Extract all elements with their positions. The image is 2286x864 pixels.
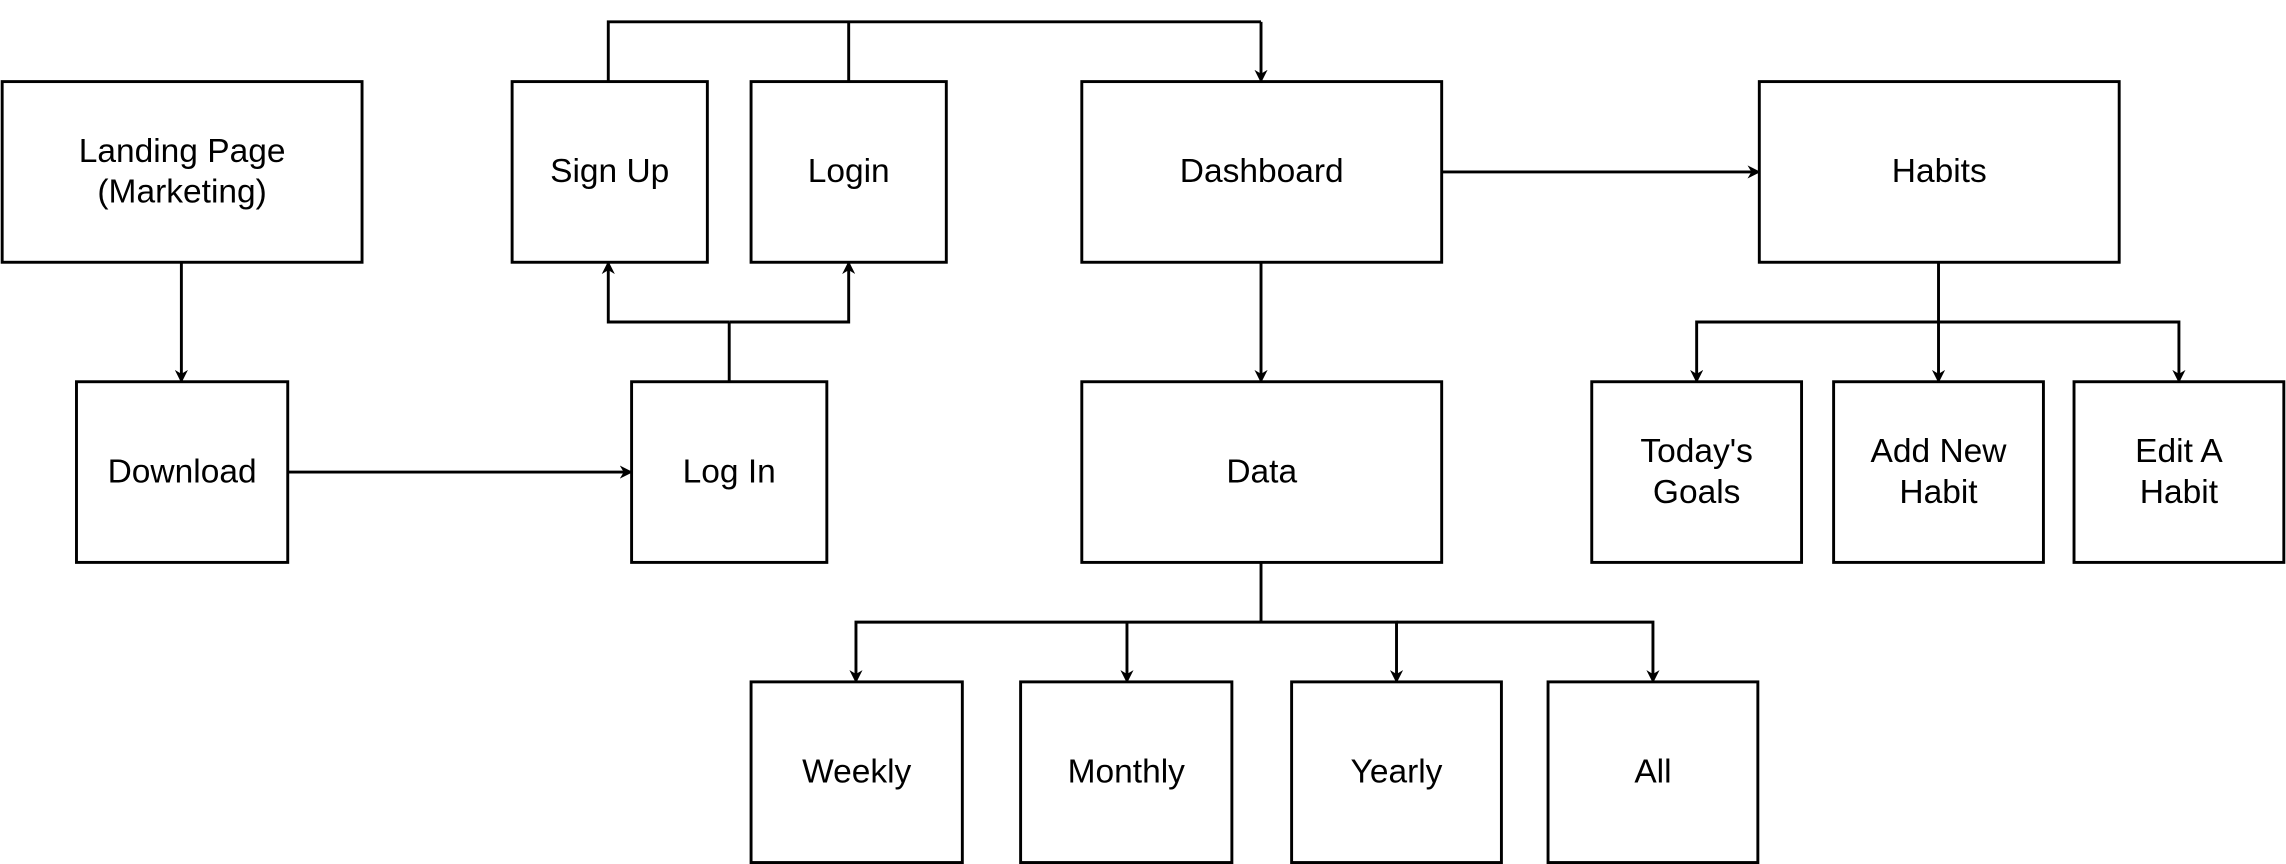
node-label: Goals (1653, 474, 1741, 511)
node-label: Download (108, 453, 257, 490)
node-log-in: Log In (630, 380, 829, 564)
node-weekly: Weekly (749, 680, 964, 864)
edge-data-all (1396, 620, 1660, 684)
node-label: Habit (2140, 474, 2219, 511)
node-login: Login (749, 80, 948, 264)
edge-to-signup (601, 260, 730, 324)
node-label: Yearly (1351, 754, 1443, 791)
node-label: Login (808, 153, 890, 190)
node-label: Today's (1640, 433, 1753, 470)
node-add-new-habit: Add New Habit (1832, 380, 2045, 564)
node-box (1832, 380, 2045, 564)
node-monthly: Monthly (1019, 680, 1234, 864)
node-label: Weekly (802, 754, 911, 791)
node-label: Add New (1871, 433, 2008, 470)
node-habits: Habits (1757, 80, 2121, 264)
node-data: Data (1080, 380, 1444, 564)
node-download: Download (75, 380, 290, 564)
node-landing: Landing Page (Marketing) (0, 80, 364, 264)
node-all: All (1546, 680, 1760, 864)
edge-data-weekly (849, 620, 1262, 684)
edge-to-login (729, 260, 856, 324)
node-label: Habits (1892, 153, 1987, 190)
node-label: Sign Up (550, 153, 669, 190)
edge-habits-edit (1938, 320, 2186, 384)
node-label: Log In (683, 453, 776, 490)
node-dashboard: Dashboard (1080, 80, 1444, 264)
node-sign-up: Sign Up (510, 80, 709, 264)
node-label: Landing Page (79, 133, 286, 170)
edge-habits-today (1690, 320, 1939, 384)
node-edit-a-habit: Edit A Habit (2072, 380, 2286, 564)
node-label: All (1634, 754, 1671, 791)
node-label: Edit A (2135, 433, 2223, 470)
node-box (2072, 380, 2286, 564)
node-box (0, 80, 364, 264)
edge-data-yearly (1261, 620, 1404, 684)
node-label: (Marketing) (97, 174, 266, 211)
node-label: Monthly (1068, 754, 1186, 791)
node-box (1590, 380, 1804, 564)
node-todays-goals: Today's Goals (1590, 380, 1804, 564)
node-label: Dashboard (1180, 153, 1344, 190)
node-yearly: Yearly (1290, 680, 1503, 864)
sitemap-diagram: Landing Page (Marketing) Sign Up Login Dashb… (0, 20, 2286, 864)
node-label: Data (1226, 453, 1297, 490)
edge-signup-dashboard (606, 20, 1262, 82)
node-label: Habit (1899, 474, 1978, 511)
